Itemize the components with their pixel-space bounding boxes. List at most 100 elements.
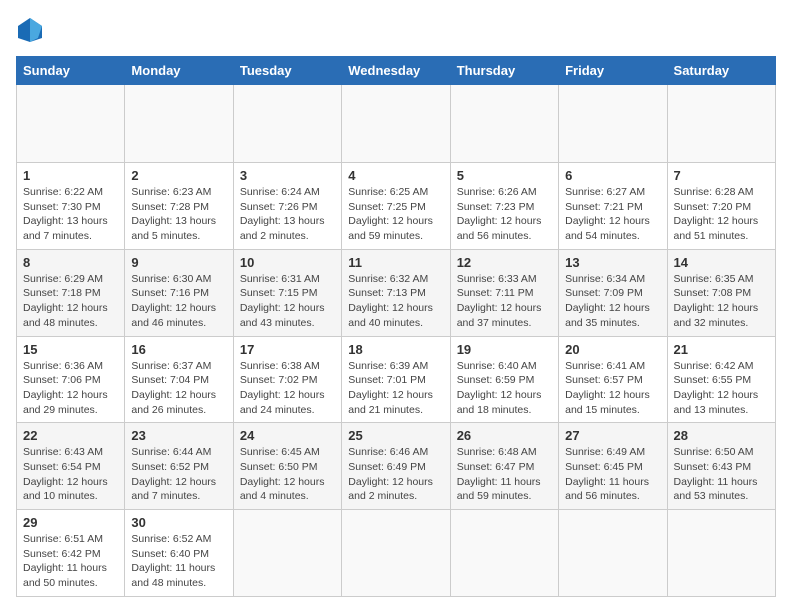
- day-cell: 16 Sunrise: 6:37 AMSunset: 7:04 PMDayligh…: [125, 336, 233, 423]
- week-row-4: 15 Sunrise: 6:36 AMSunset: 7:06 PMDayligh…: [17, 336, 776, 423]
- day-number: 2: [131, 168, 226, 183]
- day-cell: 21Sunrise: 6:42 AMSunset: 6:55 PMDayligh…: [667, 336, 775, 423]
- calendar-table: SundayMondayTuesdayWednesdayThursdayFrid…: [16, 56, 776, 597]
- day-cell: [233, 85, 341, 163]
- day-detail: Sunrise: 6:41 AMSunset: 6:57 PMDaylight:…: [565, 359, 660, 418]
- day-detail: Sunrise: 6:38 AMSunset: 7:02 PMDaylight:…: [240, 359, 335, 418]
- week-row-1: [17, 85, 776, 163]
- logo-icon: [16, 16, 44, 44]
- day-cell: [667, 85, 775, 163]
- day-detail: Sunrise: 6:22 AMSunset: 7:30 PMDaylight:…: [23, 185, 118, 244]
- day-detail: Sunrise: 6:35 AMSunset: 7:08 PMDaylight:…: [674, 272, 769, 331]
- day-detail: Sunrise: 6:44 AMSunset: 6:52 PMDaylight:…: [131, 445, 226, 504]
- day-cell: 14 Sunrise: 6:35 AMSunset: 7:08 PMDayligh…: [667, 249, 775, 336]
- day-number: 5: [457, 168, 552, 183]
- day-number: 11: [348, 255, 443, 270]
- day-number: 30: [131, 515, 226, 530]
- week-row-3: 8 Sunrise: 6:29 AMSunset: 7:18 PMDaylight…: [17, 249, 776, 336]
- day-number: 29: [23, 515, 118, 530]
- day-number: 19: [457, 342, 552, 357]
- day-detail: Sunrise: 6:50 AMSunset: 6:43 PMDaylight:…: [674, 445, 769, 504]
- day-cell: 19 Sunrise: 6:40 AMSunset: 6:59 PMDayligh…: [450, 336, 558, 423]
- page-header: [16, 16, 776, 44]
- day-cell: 20 Sunrise: 6:41 AMSunset: 6:57 PMDayligh…: [559, 336, 667, 423]
- day-cell: 15 Sunrise: 6:36 AMSunset: 7:06 PMDayligh…: [17, 336, 125, 423]
- day-number: 16: [131, 342, 226, 357]
- day-cell: 17 Sunrise: 6:38 AMSunset: 7:02 PMDayligh…: [233, 336, 341, 423]
- week-row-2: 1 Sunrise: 6:22 AMSunset: 7:30 PMDaylight…: [17, 163, 776, 250]
- header-cell-monday: Monday: [125, 57, 233, 85]
- day-number: 7: [674, 168, 769, 183]
- day-detail: Sunrise: 6:24 AMSunset: 7:26 PMDaylight:…: [240, 185, 335, 244]
- day-cell: 5 Sunrise: 6:26 AMSunset: 7:23 PMDaylight…: [450, 163, 558, 250]
- day-cell: 26 Sunrise: 6:48 AMSunset: 6:47 PMDayligh…: [450, 423, 558, 510]
- day-detail: Sunrise: 6:40 AMSunset: 6:59 PMDaylight:…: [457, 359, 552, 418]
- day-cell: 2Sunrise: 6:23 AMSunset: 7:28 PMDaylight…: [125, 163, 233, 250]
- header-cell-sunday: Sunday: [17, 57, 125, 85]
- day-number: 26: [457, 428, 552, 443]
- day-number: 23: [131, 428, 226, 443]
- header-cell-saturday: Saturday: [667, 57, 775, 85]
- day-detail: Sunrise: 6:32 AMSunset: 7:13 PMDaylight:…: [348, 272, 443, 331]
- day-cell: 25Sunrise: 6:46 AMSunset: 6:49 PMDayligh…: [342, 423, 450, 510]
- day-detail: Sunrise: 6:36 AMSunset: 7:06 PMDaylight:…: [23, 359, 118, 418]
- day-cell: [559, 85, 667, 163]
- day-cell: 18Sunrise: 6:39 AMSunset: 7:01 PMDayligh…: [342, 336, 450, 423]
- day-detail: Sunrise: 6:29 AMSunset: 7:18 PMDaylight:…: [23, 272, 118, 331]
- day-number: 24: [240, 428, 335, 443]
- day-number: 27: [565, 428, 660, 443]
- day-cell: 27 Sunrise: 6:49 AMSunset: 6:45 PMDayligh…: [559, 423, 667, 510]
- day-number: 17: [240, 342, 335, 357]
- logo: [16, 16, 48, 44]
- day-cell: 9 Sunrise: 6:30 AMSunset: 7:16 PMDaylight…: [125, 249, 233, 336]
- day-detail: Sunrise: 6:28 AMSunset: 7:20 PMDaylight:…: [674, 185, 769, 244]
- day-cell: 7 Sunrise: 6:28 AMSunset: 7:20 PMDaylight…: [667, 163, 775, 250]
- day-cell: [667, 510, 775, 597]
- day-number: 20: [565, 342, 660, 357]
- day-detail: Sunrise: 6:30 AMSunset: 7:16 PMDaylight:…: [131, 272, 226, 331]
- day-number: 12: [457, 255, 552, 270]
- day-cell: 1 Sunrise: 6:22 AMSunset: 7:30 PMDaylight…: [17, 163, 125, 250]
- day-detail: Sunrise: 6:33 AMSunset: 7:11 PMDaylight:…: [457, 272, 552, 331]
- day-cell: 24 Sunrise: 6:45 AMSunset: 6:50 PMDayligh…: [233, 423, 341, 510]
- day-detail: Sunrise: 6:45 AMSunset: 6:50 PMDaylight:…: [240, 445, 335, 504]
- day-detail: Sunrise: 6:37 AMSunset: 7:04 PMDaylight:…: [131, 359, 226, 418]
- day-detail: Sunrise: 6:51 AMSunset: 6:42 PMDaylight:…: [23, 532, 118, 591]
- day-cell: 29 Sunrise: 6:51 AMSunset: 6:42 PMDayligh…: [17, 510, 125, 597]
- day-number: 8: [23, 255, 118, 270]
- day-cell: 12 Sunrise: 6:33 AMSunset: 7:11 PMDayligh…: [450, 249, 558, 336]
- day-cell: [450, 510, 558, 597]
- day-cell: [450, 85, 558, 163]
- day-cell: [559, 510, 667, 597]
- day-number: 10: [240, 255, 335, 270]
- header-cell-thursday: Thursday: [450, 57, 558, 85]
- header-cell-wednesday: Wednesday: [342, 57, 450, 85]
- header-cell-friday: Friday: [559, 57, 667, 85]
- day-number: 9: [131, 255, 226, 270]
- day-detail: Sunrise: 6:25 AMSunset: 7:25 PMDaylight:…: [348, 185, 443, 244]
- day-cell: 8 Sunrise: 6:29 AMSunset: 7:18 PMDaylight…: [17, 249, 125, 336]
- day-number: 14: [674, 255, 769, 270]
- day-detail: Sunrise: 6:49 AMSunset: 6:45 PMDaylight:…: [565, 445, 660, 504]
- day-number: 4: [348, 168, 443, 183]
- day-number: 13: [565, 255, 660, 270]
- header-row: SundayMondayTuesdayWednesdayThursdayFrid…: [17, 57, 776, 85]
- day-detail: Sunrise: 6:31 AMSunset: 7:15 PMDaylight:…: [240, 272, 335, 331]
- day-cell: [342, 85, 450, 163]
- day-number: 18: [348, 342, 443, 357]
- day-detail: Sunrise: 6:48 AMSunset: 6:47 PMDaylight:…: [457, 445, 552, 504]
- day-number: 1: [23, 168, 118, 183]
- day-cell: 13Sunrise: 6:34 AMSunset: 7:09 PMDayligh…: [559, 249, 667, 336]
- day-cell: 3Sunrise: 6:24 AMSunset: 7:26 PMDaylight…: [233, 163, 341, 250]
- day-number: 15: [23, 342, 118, 357]
- day-cell: 11 Sunrise: 6:32 AMSunset: 7:13 PMDayligh…: [342, 249, 450, 336]
- day-number: 6: [565, 168, 660, 183]
- day-detail: Sunrise: 6:26 AMSunset: 7:23 PMDaylight:…: [457, 185, 552, 244]
- week-row-5: 22Sunrise: 6:43 AMSunset: 6:54 PMDayligh…: [17, 423, 776, 510]
- day-cell: [342, 510, 450, 597]
- day-cell: 28Sunrise: 6:50 AMSunset: 6:43 PMDayligh…: [667, 423, 775, 510]
- day-cell: 30Sunrise: 6:52 AMSunset: 6:40 PMDayligh…: [125, 510, 233, 597]
- day-cell: 22Sunrise: 6:43 AMSunset: 6:54 PMDayligh…: [17, 423, 125, 510]
- day-cell: [125, 85, 233, 163]
- day-detail: Sunrise: 6:46 AMSunset: 6:49 PMDaylight:…: [348, 445, 443, 504]
